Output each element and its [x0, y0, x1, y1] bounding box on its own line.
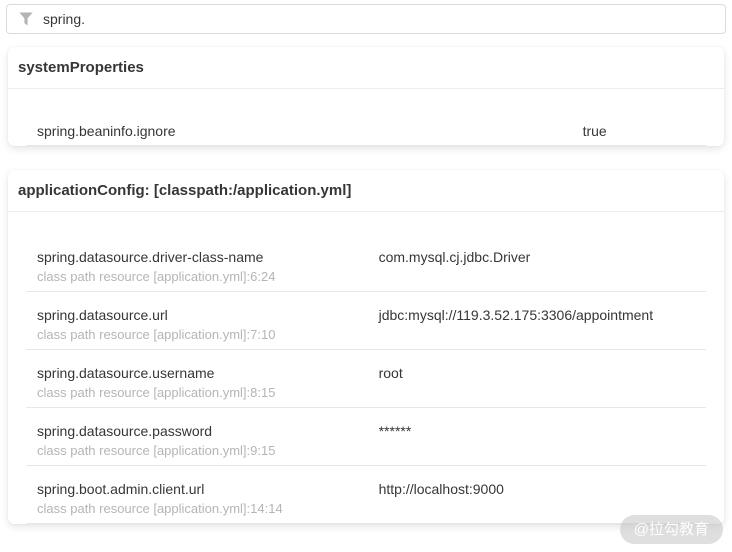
property-name: spring.datasource.username [37, 364, 357, 382]
property-name: spring.datasource.driver-class-name [37, 248, 357, 266]
panel-title: applicationConfig: [classpath:/applicati… [8, 170, 724, 212]
property-value: jdbc:mysql://119.3.52.175:3306/appointme… [379, 306, 695, 324]
property-name: spring.boot.admin.client.url [37, 480, 357, 498]
table-row: spring.datasource.password class path re… [26, 408, 706, 466]
property-name: spring.beaninfo.ignore [37, 122, 561, 140]
table-row: spring.boot.admin.client.url class path … [26, 466, 706, 524]
table-row: spring.datasource.driver-class-name clas… [26, 234, 706, 292]
property-value: ****** [379, 422, 695, 440]
property-value: root [379, 364, 695, 382]
filter-input[interactable] [43, 11, 725, 27]
panel-title: systemProperties [8, 47, 724, 89]
property-name: spring.datasource.password [37, 422, 357, 440]
table-row: spring.datasource.username class path re… [26, 350, 706, 408]
table-row: spring.datasource.url class path resourc… [26, 292, 706, 350]
property-origin: class path resource [application.yml]:9:… [37, 443, 357, 459]
property-value: com.mysql.cj.jdbc.Driver [379, 248, 695, 266]
property-origin: class path resource [application.yml]:14… [37, 501, 357, 517]
property-origin: class path resource [application.yml]:8:… [37, 385, 357, 401]
properties-table: spring.datasource.driver-class-name clas… [26, 234, 706, 524]
property-name: spring.datasource.url [37, 306, 357, 324]
filter-funnel-icon [19, 12, 33, 26]
panel-system-properties: systemProperties spring.beaninfo.ignore … [8, 47, 724, 146]
property-value: http://localhost:9000 [379, 480, 695, 498]
table-row: spring.beaninfo.ignore true [26, 109, 706, 146]
property-origin: class path resource [application.yml]:6:… [37, 269, 357, 285]
properties-table: spring.beaninfo.ignore true [26, 109, 706, 146]
property-value: true [583, 122, 695, 140]
panel-application-config: applicationConfig: [classpath:/applicati… [8, 170, 724, 524]
filter-bar [6, 4, 726, 34]
property-origin: class path resource [application.yml]:7:… [37, 327, 357, 343]
